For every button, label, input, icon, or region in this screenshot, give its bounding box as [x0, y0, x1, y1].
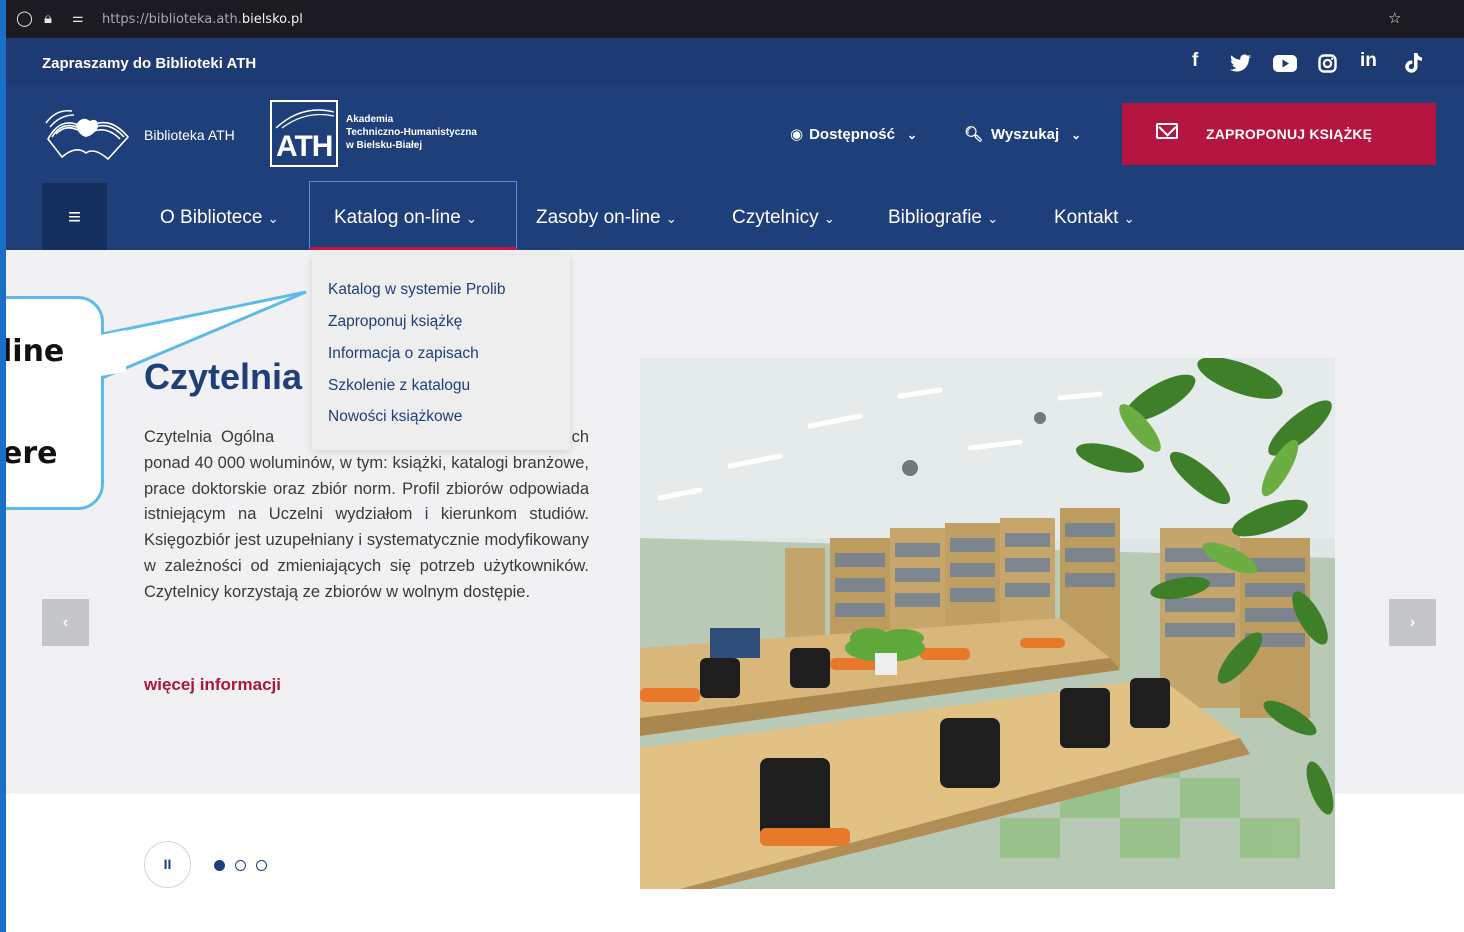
- accessibility-label: Dostępność: [809, 126, 895, 143]
- nav-item-czytelnicy[interactable]: Czytelnicy ⌄: [732, 207, 835, 229]
- ath-name: Akademia Techniczno-Humanistyczna w Biel…: [346, 113, 477, 152]
- desc-fragment: ch: [571, 428, 589, 446]
- nav-label: Zasoby on-line: [536, 207, 661, 228]
- ath-logo-text: ATH: [276, 130, 333, 163]
- dropdown-item-nowosci[interactable]: Nowości książkowe: [328, 408, 462, 426]
- nav-item-o-bibliotece[interactable]: O Bibliotece ⌄: [160, 207, 279, 229]
- chevron-down-icon: ⌄: [823, 211, 835, 226]
- star-icon[interactable]: ☆: [1388, 9, 1401, 27]
- chevron-down-icon: ⌄: [987, 211, 999, 226]
- dropdown-item-zaproponuj[interactable]: Zaproponuj książkę: [328, 313, 462, 331]
- linkedin-icon[interactable]: in: [1360, 50, 1377, 72]
- welcome-text: Zapraszamy do Biblioteki ATH: [42, 55, 257, 72]
- chevron-down-icon: ⌄: [466, 211, 477, 226]
- nav-label: Kontakt: [1054, 207, 1119, 228]
- eye-icon: ◉: [790, 125, 804, 143]
- book-logo-icon[interactable]: [42, 103, 132, 165]
- prev-slide-button[interactable]: ‹: [42, 599, 89, 646]
- annotation-callout: [6, 296, 104, 510]
- lock-icon[interactable]: 🔒︎: [44, 9, 52, 27]
- search-menu[interactable]: 🔍︎ Wyszukaj ⌄: [964, 125, 1081, 143]
- mail-icon: [1156, 123, 1178, 139]
- propose-book-label: ZAPROPONUJ KSIĄŻKĘ: [1206, 126, 1373, 142]
- accessibility-menu[interactable]: ◉ Dostępność ⌄: [790, 125, 917, 143]
- shield-icon[interactable]: ◯: [16, 9, 33, 27]
- main-nav: ≡ O Bibliotece ⌄ Katalog on-line ⌄ Zasob…: [6, 181, 1464, 250]
- nav-label: Katalog on-line: [334, 207, 461, 228]
- next-slide-button[interactable]: ›: [1389, 599, 1436, 646]
- chevron-down-icon: ⌄: [267, 211, 279, 226]
- ath-line-1: Akademia: [346, 114, 394, 125]
- search-label: Wyszukaj: [991, 126, 1060, 143]
- desc-first-text: Czytelnia Ogólna: [144, 428, 275, 446]
- dropdown-item-zapisy[interactable]: Informacja o zapisach: [328, 345, 479, 363]
- permissions-icon[interactable]: ⚌: [72, 11, 84, 26]
- slide-title: Czytelnia: [144, 356, 303, 397]
- nav-item-zasoby-online[interactable]: Zasoby on-line ⌄: [536, 207, 677, 229]
- brand-name[interactable]: Biblioteka ATH: [144, 127, 235, 143]
- url-text[interactable]: https://biblioteka.ath.bielsko.pl: [102, 12, 303, 27]
- browser-window: ◯ 🔒︎ ⚌ https://biblioteka.ath.bielsko.pl…: [6, 0, 1464, 932]
- slide-dot-2[interactable]: [235, 860, 246, 871]
- more-info-link[interactable]: więcej informacji: [144, 675, 281, 695]
- chevron-down-icon: ⌄: [906, 128, 918, 142]
- facebook-icon[interactable]: f: [1192, 50, 1198, 72]
- callout-text-line-2: ere: [6, 436, 58, 471]
- youtube-icon[interactable]: [1273, 55, 1297, 72]
- nav-label: Czytelnicy: [732, 207, 819, 228]
- nav-item-kontakt[interactable]: Kontakt ⌄: [1054, 207, 1135, 229]
- callout-text-line-1: line: [6, 334, 65, 369]
- ath-line-3: w Bielsku-Białej: [346, 140, 423, 151]
- ath-logo[interactable]: ATH: [270, 100, 338, 167]
- katalog-dropdown-menu: Katalog w systemie Prolib Zaproponuj ksi…: [312, 255, 570, 450]
- slide-dot-1[interactable]: [214, 860, 225, 871]
- slide-dot-3[interactable]: [256, 860, 267, 871]
- slide-description: Czytelnia Ogólna ch ponad 40 000 wolumin…: [144, 425, 589, 606]
- nav-item-katalog-online[interactable]: Katalog on-line ⌄: [309, 181, 517, 250]
- ath-logo-swoosh-icon: [275, 109, 335, 129]
- instagram-icon[interactable]: [1318, 54, 1337, 73]
- dropdown-item-prolib[interactable]: Katalog w systemie Prolib: [328, 281, 505, 299]
- chevron-down-icon: ⌄: [1071, 128, 1082, 142]
- chevron-down-icon: ⌄: [1123, 211, 1135, 226]
- site-header: Biblioteka ATH ATH Akademia Techniczno-H…: [6, 85, 1464, 183]
- ath-line-2: Techniczno-Humanistyczna: [346, 127, 477, 138]
- twitter-icon[interactable]: [1230, 54, 1252, 72]
- dropdown-item-szkolenie[interactable]: Szkolenie z katalogu: [328, 377, 470, 395]
- pause-slider-button[interactable]: II: [144, 841, 191, 888]
- hamburger-menu-icon[interactable]: ≡: [42, 183, 107, 250]
- nav-label: Bibliografie: [888, 207, 982, 228]
- propose-book-button[interactable]: ZAPROPONUJ KSIĄŻKĘ: [1122, 103, 1436, 165]
- browser-url-bar[interactable]: ◯ 🔒︎ ⚌ https://biblioteka.ath.bielsko.pl…: [6, 0, 1464, 38]
- search-icon: 🔍︎: [964, 125, 984, 143]
- top-strip: Zapraszamy do Biblioteki ATH f in: [6, 38, 1464, 85]
- tiktok-icon[interactable]: [1403, 52, 1423, 74]
- nav-label: O Bibliotece: [160, 207, 263, 228]
- nav-item-bibliografie[interactable]: Bibliografie ⌄: [888, 207, 998, 229]
- chevron-down-icon: ⌄: [665, 211, 677, 226]
- desc-rest: ponad 40 000 woluminów, w tym: książki, …: [144, 453, 589, 601]
- reading-room-photo: [640, 358, 1335, 889]
